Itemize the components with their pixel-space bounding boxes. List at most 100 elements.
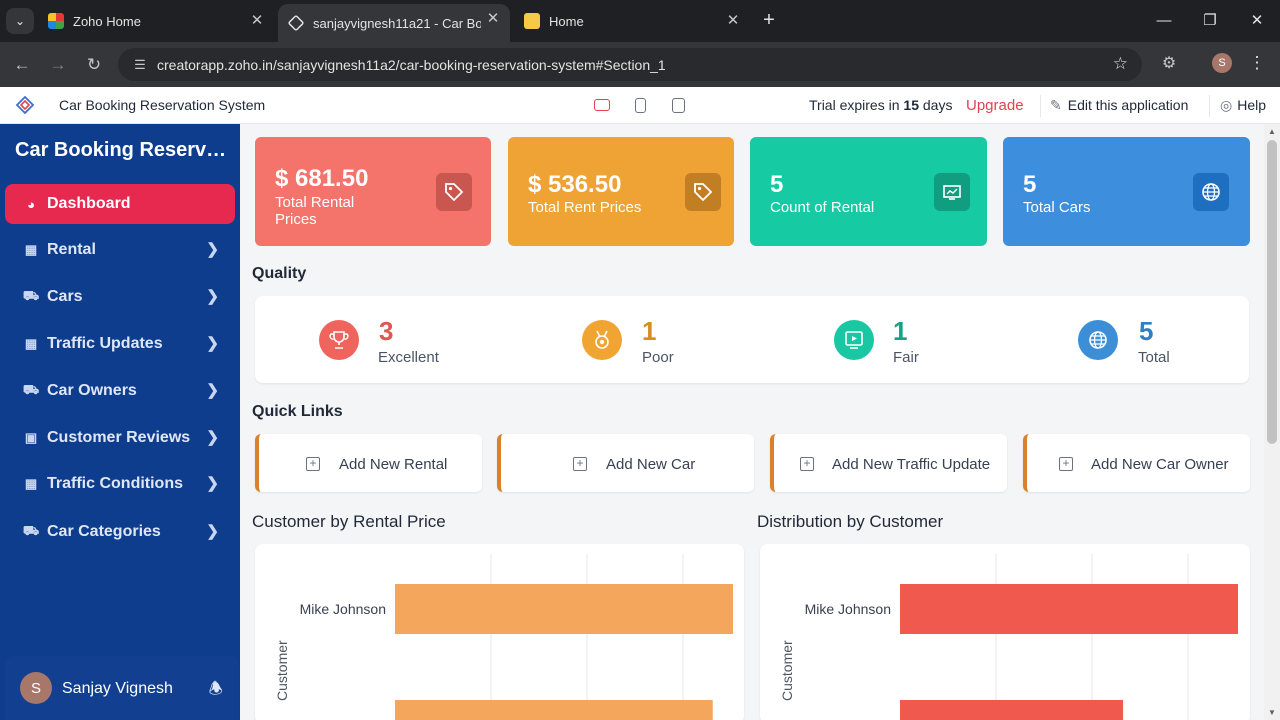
zoho-favicon-icon (48, 13, 64, 29)
kpi-label: Count of Rental (770, 199, 875, 216)
restore-icon[interactable]: ❐ (1196, 8, 1224, 32)
chart-icon (934, 173, 970, 211)
divider (1209, 95, 1210, 117)
sidebar-item-dashboard[interactable]: ◕ Dashboard (5, 184, 235, 224)
quick-link-add-new-rental[interactable]: + Add New Rental (255, 434, 482, 492)
url-input[interactable]: ☰ creatorapp.zoho.in/sanjayvignesh11a2/c… (118, 48, 1142, 81)
help-icon: ◎ (1220, 97, 1233, 113)
trial-notice: Trial expires in 15 days (809, 97, 952, 113)
category-tick-label: Mike Johnson (300, 601, 386, 617)
quick-link-add-new-car[interactable]: + Add New Car (497, 434, 754, 492)
bookmark-star-icon[interactable]: ☆ (1113, 54, 1128, 74)
help-button[interactable]: ◎ Help (1220, 97, 1266, 114)
sidebar-item-label: Traffic Conditions (47, 475, 183, 492)
scroll-thumb[interactable] (1267, 140, 1277, 444)
edit-application-button[interactable]: ✎ Edit this application (1050, 97, 1188, 114)
tab-search-button[interactable]: ⌄ (6, 8, 34, 34)
kpi-value: 5 (1023, 171, 1037, 198)
forward-icon[interactable]: → (45, 52, 71, 78)
browser-tab-bar: ⌄ Zoho Home ✕ sanjayvignesh11a21 - Car B… (0, 0, 1280, 42)
sidebar-item-label: Car Owners (47, 382, 137, 399)
mobile-view-icon[interactable] (668, 95, 688, 115)
quick-link-label: Add New Traffic Update (832, 456, 991, 473)
bell-icon[interactable]: 🕭 (209, 678, 223, 705)
chevron-right-icon: ❯ (206, 288, 219, 305)
help-label: Help (1237, 97, 1267, 113)
profile-avatar[interactable]: S (1212, 53, 1232, 73)
quick-link-add-new-traffic-update[interactable]: + Add New Traffic Update (770, 434, 1007, 492)
category-tick-label: Mike Johnson (805, 601, 891, 617)
close-tab-icon[interactable]: ✕ (484, 9, 502, 27)
chart-title-distribution: Distribution by Customer (757, 512, 944, 531)
sidebar-item-label: Rental (47, 241, 96, 258)
sidebar: Car Booking Reservat... ◕ Dashboard ▦ Re… (0, 124, 240, 720)
back-icon[interactable]: ← (9, 52, 35, 78)
desktop-view-icon[interactable] (592, 95, 612, 115)
tag-icon (685, 173, 721, 211)
plus-square-icon: + (573, 457, 587, 471)
tab-home[interactable]: Home ✕ (514, 6, 750, 36)
chart-bar[interactable] (900, 584, 1238, 634)
sidebar-item-traffic-conditions[interactable]: ▦ Traffic Conditions ❯ (5, 464, 235, 504)
sidebar-item-label: Customer Reviews (47, 429, 191, 446)
chart-bar[interactable] (395, 700, 713, 720)
y-axis-label: Customer (274, 640, 290, 701)
user-panel[interactable]: S Sanjay Vignesh 🕭 (5, 656, 239, 720)
trial-prefix: Trial expires in (809, 97, 900, 113)
page-scrollbar[interactable]: ▲ ▼ (1264, 124, 1280, 720)
quick-link-add-new-car-owner[interactable]: + Add New Car Owner (1023, 434, 1250, 492)
review-icon: ▣ (24, 430, 38, 445)
scroll-up-icon[interactable]: ▲ (1268, 127, 1276, 136)
divider (1040, 95, 1041, 117)
quality-title: Quality (252, 265, 307, 282)
site-settings-icon[interactable]: ☰ (130, 55, 150, 75)
trial-suffix: days (922, 97, 953, 113)
kpi-card-total-rent-prices[interactable]: $ 536.50 Total Rent Prices (508, 137, 734, 246)
extensions-icon[interactable]: ⚙ (1158, 52, 1180, 74)
globe-icon (1193, 173, 1229, 211)
chart-bar[interactable] (900, 700, 1124, 720)
traffic-light-icon: ▦ (24, 336, 38, 351)
chart-bar[interactable] (395, 584, 733, 634)
upgrade-link[interactable]: Upgrade (966, 97, 1024, 114)
plus-square-icon: + (800, 457, 814, 471)
plus-square-icon: + (1059, 457, 1073, 471)
zoho-creator-logo-icon[interactable] (14, 95, 36, 115)
sidebar-item-traffic-updates[interactable]: ▦ Traffic Updates ❯ (5, 324, 235, 364)
kpi-card-count-of-rental[interactable]: 5 Count of Rental (750, 137, 987, 246)
sidebar-item-customer-reviews[interactable]: ▣ Customer Reviews ❯ (5, 418, 235, 458)
scroll-down-icon[interactable]: ▼ (1268, 708, 1276, 717)
tablet-view-icon[interactable] (630, 95, 650, 115)
tab-zoho-home[interactable]: Zoho Home ✕ (38, 6, 274, 36)
avatar[interactable]: S (20, 672, 52, 704)
reload-icon[interactable]: ↻ (81, 52, 107, 78)
pencil-icon: ✎ (1050, 97, 1062, 113)
sidebar-item-rental[interactable]: ▦ Rental ❯ (5, 230, 235, 270)
plus-square-icon: + (306, 457, 320, 471)
sidebar-item-car-categories[interactable]: ⛟ Car Categories ❯ (5, 512, 235, 552)
bar-chart-rental-price: Customer Mike Johnson (274, 554, 733, 720)
user-name: Sanjay Vignesh (62, 680, 173, 697)
medal-icon (582, 320, 622, 360)
window-close-icon[interactable]: ✕ (1243, 8, 1271, 32)
monitor-icon (834, 320, 874, 360)
minimize-icon[interactable]: — (1150, 8, 1178, 32)
browser-menu-icon[interactable]: ⋮ (1247, 52, 1267, 74)
kpi-value: $ 536.50 (528, 171, 622, 198)
quick-link-label: Add New Rental (339, 456, 448, 473)
close-tab-icon[interactable]: ✕ (724, 11, 742, 29)
sidebar-title: Car Booking Reservat... (15, 139, 227, 161)
kpi-card-total-cars[interactable]: 5 Total Cars (1003, 137, 1250, 246)
kpi-card-total-rental-prices[interactable]: $ 681.50 Total Rental Prices (255, 137, 491, 246)
chevron-right-icon: ❯ (206, 523, 219, 540)
globe-icon (1078, 320, 1118, 360)
address-bar: ← → ↻ ☰ creatorapp.zoho.in/sanjayvignesh… (0, 42, 1280, 87)
quick-link-label: Add New Car (606, 456, 696, 473)
kpi-label: Total Rent Prices (528, 199, 642, 216)
sidebar-item-car-owners[interactable]: ⛟ Car Owners ❯ (5, 371, 235, 411)
tab-car-booking[interactable]: sanjayvignesh11a21 - Car Booki ✕ (278, 4, 510, 42)
sidebar-item-cars[interactable]: ⛟ Cars ❯ (5, 277, 235, 317)
new-tab-button[interactable]: + (758, 9, 780, 31)
close-tab-icon[interactable]: ✕ (248, 11, 266, 29)
chevron-right-icon: ❯ (206, 335, 219, 352)
